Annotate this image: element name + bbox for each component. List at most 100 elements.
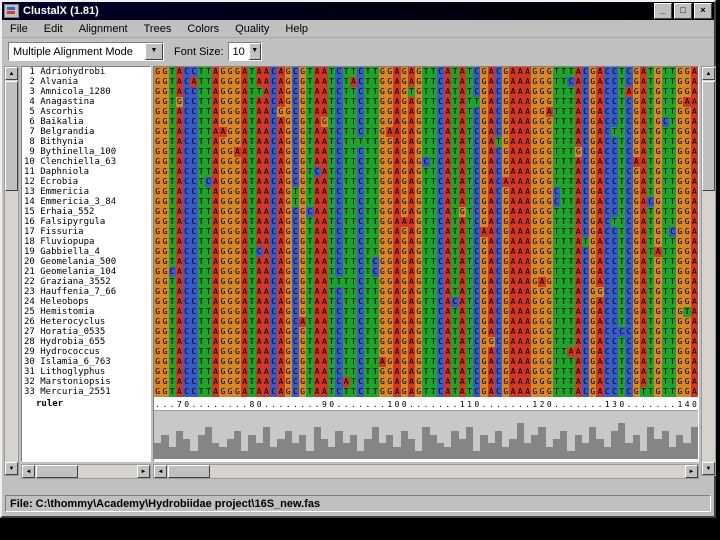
sequence-name[interactable]: 29 Hydrococcus [22,347,150,357]
scroll-up-icon[interactable]: ▲ [5,67,18,80]
sequence-row[interactable]: GGTACCTTAGGGATAACAGCGTCATCTTCTTGGAGAGTTC… [154,167,698,177]
scroll-left-icon[interactable]: ◄ [154,465,167,478]
sequence-name[interactable]: 9 Bythinella_100 [22,147,150,157]
sequence-row[interactable]: GGTACCTTAGGAATAACAGCGTAATCTTCTTGGAGAGTTC… [154,147,698,157]
sequence-row[interactable]: GGTACCTTAGGGATAACAGCGTAATCATCTTGGAGAGTTC… [154,377,698,387]
sequence-name[interactable]: 22 Graziana_3552 [22,277,150,287]
menu-item-help[interactable]: Help [277,22,316,36]
sequence-row[interactable]: GGTACCTTAGGGATAACAGCGTAATCTTCTTGGAGAGTTC… [154,297,698,307]
sequence-row[interactable]: GGTACCTTAGGGATAACAGCGTAGTCTTCTTGGAGAGTTC… [154,117,698,127]
sequence-name[interactable]: 33 Mercuria_2551 [22,387,150,397]
sequence-name[interactable]: 24 Heleobops [22,297,150,307]
sequence-name[interactable]: 16 Falsipyrgula [22,217,150,227]
close-button[interactable]: × [694,3,712,19]
sequence-row[interactable]: GGTACCTTAGGGATAACAGCGTAATCTTCTTGGAGAGTTC… [154,327,698,337]
sequence-name[interactable]: 15 Erhaia_552 [22,207,150,217]
sequence-row[interactable]: GGTACCTTAGGGATAACAGCGTAATCTTCTTGGAGAGTTC… [154,287,698,297]
sequence-row[interactable]: GGTACCTTAGGGATAACAGCGTAATCTTCTTAGAGAGTTC… [154,357,698,367]
sequence-name[interactable]: 1 Adriohydrobi [22,67,150,77]
font-size-select[interactable]: 10 ▼ [227,42,262,61]
sequence-row[interactable]: GGTACCTTAGGGATAACAGCGTAATCTTCTTGGAGAGTTC… [154,347,698,357]
minimize-button[interactable]: _ [654,3,672,19]
sequence-row[interactable]: GGCACCTTAGGGATAACAGCGTAATCTTCTCGGAGAGTTC… [154,267,698,277]
sequence-name[interactable]: 26 Heterocyclus [22,317,150,327]
sequence-row[interactable]: GGTACCTTAGGGATTACAGCGTAATCTTCTTGGAGTGTTC… [154,87,698,97]
scrollbar-thumb[interactable] [36,465,78,478]
sequence-row[interactable]: GGTACCTTAGGGATAACAGCGTAATCTTCTTGGAGAGTTC… [154,237,698,247]
sequence-name[interactable]: 6 Baikalia [22,117,150,127]
sequence-row[interactable]: GGTACCTTAGGGATAACAGTGTAATCTTCTTGGAGAGTTC… [154,187,698,197]
menu-item-quality[interactable]: Quality [227,22,277,36]
sequence-name[interactable]: 25 Hemistomia [22,307,150,317]
sequence-name[interactable]: 19 Gabbiella_4 [22,247,150,257]
chevron-down-icon[interactable]: ▼ [145,43,163,60]
horizontal-scrollbar-names[interactable]: ◄ ► [21,464,151,479]
menu-item-file[interactable]: File [2,22,36,36]
sequence-name[interactable]: 5 Ascorhis [22,107,150,117]
menu-item-colors[interactable]: Colors [179,22,227,36]
quality-bar [299,435,307,459]
scroll-left-icon[interactable]: ◄ [22,465,35,478]
sequence-row[interactable]: GGTACCTTAGGGATAACAGTGTAATCTTCTTGGAGAGTTC… [154,197,698,207]
sequence-name[interactable]: 11 Daphniola [22,167,150,177]
sequence-name[interactable]: 8 Bithynia [22,137,150,147]
scroll-right-icon[interactable]: ► [685,465,698,478]
sequence-row[interactable]: GGTACCTTAAGGATAACAGCGTAATCTTCTTGAAGAGTTC… [154,127,698,137]
sequence-row[interactable]: GGTACCTTAGGGATAACAGCGTAATCTTCTTGGAAAGTTC… [154,217,698,227]
maximize-button[interactable]: □ [674,3,692,19]
sequence-row[interactable]: GGTACCTTAGGGATAACAGCGTAATCTTCTTGGAGAGTTC… [154,67,698,77]
sequence-name[interactable]: 30 Islamia_6_763 [22,357,150,367]
sequence-name[interactable]: 32 Marstoniopsis [22,377,150,387]
scroll-up-icon[interactable]: ▲ [702,67,715,80]
sequence-row[interactable]: GGTACCTTAGGGATAACGGCGTAATCTTCTTGGAGAGTTC… [154,107,698,117]
sequence-row[interactable]: GGTGCCTTAGGGATAACAGCGTAATCTTCTTGGAGAGTTC… [154,97,698,107]
quality-bar [668,447,677,459]
sequence-name[interactable]: 4 Anagastina [22,97,150,107]
quality-bar [407,439,416,459]
sequence-row[interactable]: GGTACCTTAGGGATAACAGCGTAATCTTCTCGGAGAGTTC… [154,257,698,267]
sequence-row[interactable]: GGTACCTTAGGGATAACAGCGTAATCTTTTTGGAGAGTTC… [154,137,698,147]
sequence-row[interactable]: GGTACCTTAGGGATAACAGCGTAATCTTCTTGGAGAGCTC… [154,157,698,167]
vertical-scrollbar-right[interactable]: ▲ ▼ [701,66,716,476]
menu-item-trees[interactable]: Trees [136,22,180,36]
sequence-name[interactable]: 31 Lithoglyphus [22,367,150,377]
horizontal-scrollbar-alignment[interactable]: ◄ ► [153,464,699,479]
sequence-row[interactable]: GGTACCTTAGGGATAACAGCGTAATCTTCTTGGAGAGTTC… [154,367,698,377]
scrollbar-thumb[interactable] [702,81,715,191]
sequence-name[interactable]: 20 Geomelania_500 [22,257,150,267]
sequence-name[interactable]: 23 Hauffenia_7_66 [22,287,150,297]
scrollbar-thumb[interactable] [5,81,18,191]
sequence-row[interactable]: GGTACCTTAGGGATAACAGCGTAATCTTCTTGGAGAGTTC… [154,337,698,347]
sequence-name[interactable]: 28 Hydrobia_655 [22,337,150,347]
sequence-row[interactable]: GGTACCTTAGGGATAACAGCGCAATCTTCTTGGAGAGTTC… [154,207,698,217]
sequence-name[interactable]: 14 Emmericia_3_84 [22,197,150,207]
scroll-down-icon[interactable]: ▼ [702,462,715,475]
sequence-name[interactable]: 21 Geomelania_104 [22,267,150,277]
sequence-row[interactable]: GGTACCTCAGGGATAACAGCGTAATCTTCTTGGAGAGTTC… [154,177,698,187]
sequence-row[interactable]: GGTACCTTAGGGATAACAGCGTAATCTTCTTGGAGAGTTC… [154,307,698,317]
sequence-name[interactable]: 17 Fissuria [22,227,150,237]
sequence-name[interactable]: 12 Ecrobia [22,177,150,187]
scroll-right-icon[interactable]: ► [137,465,150,478]
sequence-row[interactable]: GGTACCTTAGGGATCACAGCGTAATCTTCTTGGAGAGTTC… [154,247,698,257]
mode-select[interactable]: Multiple Alignment Mode ▼ [8,42,164,61]
sequence-name[interactable]: 10 Clenchiella_63 [22,157,150,167]
menu-item-edit[interactable]: Edit [36,22,71,36]
menu-item-alignment[interactable]: Alignment [71,22,136,36]
title-bar[interactable]: ClustalX (1.81) _ □ × [2,2,714,20]
sequence-row[interactable]: GGTACCTTAGGGATAACAGCGTAATCTTCTTGGAGAGTTC… [154,387,698,397]
sequence-row[interactable]: GGTACCTTAGGGATAACAGCGTAATCTTCTTGGAGAGTTC… [154,227,698,237]
sequence-row[interactable]: GGTACATTAGGGATAACAGCGTAATCTACTTGGAGAGTTC… [154,77,698,87]
scrollbar-thumb[interactable] [168,465,210,478]
sequence-name[interactable]: 3 Amnicola_1280 [22,87,150,97]
sequence-name[interactable]: 27 Horatia_0535 [22,327,150,337]
sequence-name[interactable]: 18 Fluviopupa [22,237,150,247]
chevron-down-icon[interactable]: ▼ [248,43,261,60]
sequence-name[interactable]: 13 Emmericia [22,187,150,197]
sequence-row[interactable]: GGTACCTTAGGGATAACAGCATAATCTTCTTGGAGAGTTC… [154,317,698,327]
vertical-scrollbar-left[interactable]: ▲ ▼ [4,66,19,476]
sequence-name[interactable]: 7 Belgrandia [22,127,150,137]
sequence-name[interactable]: 2 Alvania [22,77,150,87]
sequence-row[interactable]: GGTACCTTAGGGATAACAGCGTAATTTTCTTGGAGAGTTC… [154,277,698,287]
scroll-down-icon[interactable]: ▼ [5,462,18,475]
